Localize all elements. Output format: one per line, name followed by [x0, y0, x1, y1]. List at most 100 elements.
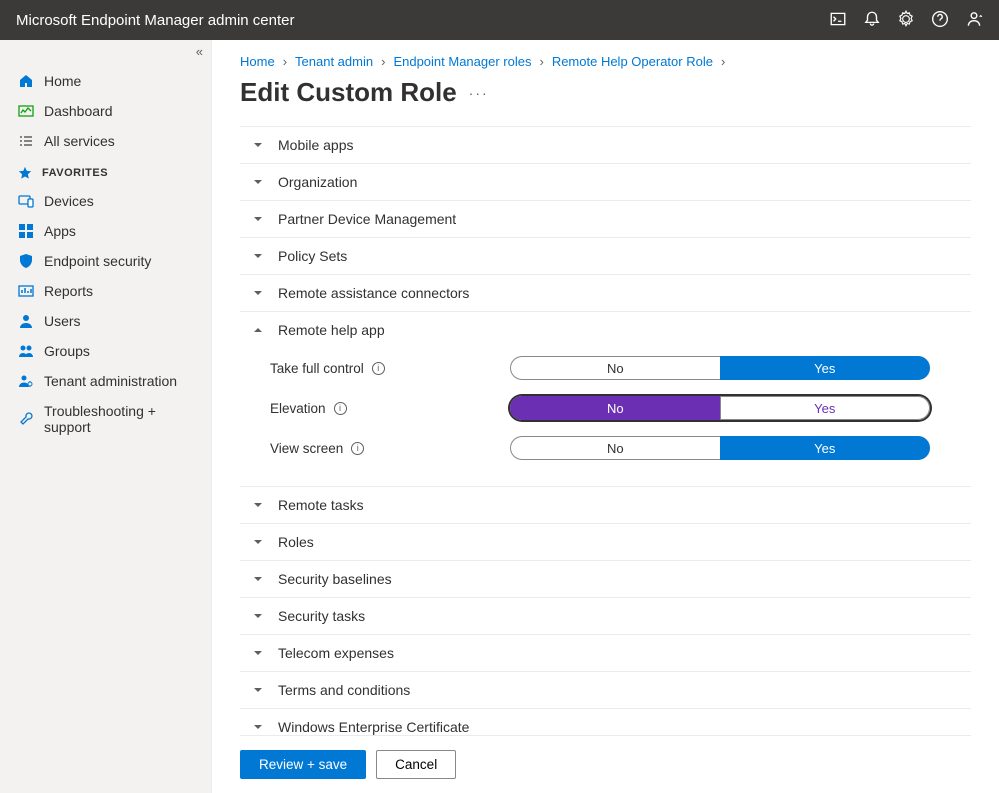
section-windows-enterprise-certificate[interactable]: Windows Enterprise Certificate — [240, 708, 971, 735]
nav-tenant-administration[interactable]: Tenant administration — [0, 366, 211, 396]
chevron-right-icon: › — [381, 54, 385, 69]
section-organization[interactable]: Organization — [240, 163, 971, 200]
chevron-right-icon: › — [721, 54, 725, 69]
nav-apps[interactable]: Apps — [0, 216, 211, 246]
breadcrumb-roles[interactable]: Endpoint Manager roles — [393, 54, 531, 69]
devices-icon — [18, 193, 34, 209]
topbar: Microsoft Endpoint Manager admin center — [0, 0, 999, 40]
info-icon[interactable]: i — [372, 362, 385, 375]
cloudshell-icon[interactable] — [829, 10, 847, 31]
chevron-down-icon — [252, 610, 264, 622]
nav-label: Reports — [44, 283, 93, 299]
breadcrumb: Home › Tenant admin › Endpoint Manager r… — [240, 54, 971, 69]
chevron-down-icon — [252, 684, 264, 696]
section-mobile-apps[interactable]: Mobile apps — [240, 126, 971, 163]
chevron-down-icon — [252, 139, 264, 151]
nav-label: Groups — [44, 343, 90, 359]
nav-devices[interactable]: Devices — [0, 186, 211, 216]
cancel-button[interactable]: Cancel — [376, 750, 456, 779]
chevron-down-icon — [252, 176, 264, 188]
page-title-row: Edit Custom Role ··· — [240, 77, 971, 108]
reports-icon — [18, 283, 34, 299]
info-icon[interactable]: i — [351, 442, 364, 455]
star-icon — [18, 166, 32, 180]
breadcrumb-tenant[interactable]: Tenant admin — [295, 54, 373, 69]
nav-home[interactable]: Home — [0, 66, 211, 96]
nav-label: Troubleshooting + support — [44, 403, 199, 435]
info-icon[interactable]: i — [334, 402, 347, 415]
section-remote-assistance-connectors[interactable]: Remote assistance connectors — [240, 274, 971, 311]
help-icon[interactable] — [931, 10, 949, 31]
users-icon — [18, 343, 34, 359]
feedback-icon[interactable] — [965, 10, 983, 31]
gear-icon[interactable] — [897, 10, 915, 31]
nav-label: All services — [44, 133, 115, 149]
wrench-icon — [18, 411, 34, 427]
app-title: Microsoft Endpoint Manager admin center — [16, 12, 294, 29]
nav-label: Devices — [44, 193, 94, 209]
toggle-no[interactable]: No — [510, 396, 720, 420]
nav-endpoint-security[interactable]: Endpoint security — [0, 246, 211, 276]
nav-dashboard[interactable]: Dashboard — [0, 96, 211, 126]
section-security-baselines[interactable]: Security baselines — [240, 560, 971, 597]
toggle-view-screen[interactable]: No Yes — [510, 436, 930, 460]
toggle-elevation[interactable]: No Yes — [510, 396, 930, 420]
permission-label: Take full control i — [270, 361, 510, 376]
toggle-no[interactable]: No — [510, 356, 720, 380]
chevron-down-icon — [252, 287, 264, 299]
section-partner-device-management[interactable]: Partner Device Management — [240, 200, 971, 237]
toggle-yes[interactable]: Yes — [720, 356, 931, 380]
tenant-icon — [18, 373, 34, 389]
chevron-down-icon — [252, 573, 264, 585]
nav-users[interactable]: Users — [0, 306, 211, 336]
toggle-yes[interactable]: Yes — [720, 436, 931, 460]
dashboard-icon — [18, 103, 34, 119]
chevron-down-icon — [252, 647, 264, 659]
nav-groups[interactable]: Groups — [0, 336, 211, 366]
nav-troubleshooting[interactable]: Troubleshooting + support — [0, 396, 211, 442]
section-remote-tasks[interactable]: Remote tasks — [240, 486, 971, 523]
review-save-button[interactable]: Review + save — [240, 750, 366, 779]
breadcrumb-current[interactable]: Remote Help Operator Role — [552, 54, 713, 69]
section-policy-sets[interactable]: Policy Sets — [240, 237, 971, 274]
chevron-down-icon — [252, 499, 264, 511]
section-security-tasks[interactable]: Security tasks — [240, 597, 971, 634]
toggle-take-full-control[interactable]: No Yes — [510, 356, 930, 380]
list-icon — [18, 133, 34, 149]
section-roles[interactable]: Roles — [240, 523, 971, 560]
toggle-no[interactable]: No — [510, 436, 720, 460]
nav-all-services[interactable]: All services — [0, 126, 211, 156]
chevron-down-icon — [252, 213, 264, 225]
apps-icon — [18, 223, 34, 239]
permission-label: Elevation i — [270, 401, 510, 416]
section-terms-and-conditions[interactable]: Terms and conditions — [240, 671, 971, 708]
favorites-header: FAVORITES — [0, 156, 211, 186]
chevron-down-icon — [252, 250, 264, 262]
more-menu-button[interactable]: ··· — [469, 85, 489, 101]
breadcrumb-home[interactable]: Home — [240, 54, 275, 69]
nav-label: Dashboard — [44, 103, 113, 119]
nav-label: Apps — [44, 223, 76, 239]
chevron-up-icon — [252, 324, 264, 336]
shield-icon — [18, 253, 34, 269]
chevron-right-icon: › — [283, 54, 287, 69]
permission-label: View screen i — [270, 441, 510, 456]
section-telecom-expenses[interactable]: Telecom expenses — [240, 634, 971, 671]
toggle-yes[interactable]: Yes — [720, 396, 931, 420]
sidebar: « Home Dashboard All services FAVORITES … — [0, 40, 212, 793]
notifications-icon[interactable] — [863, 10, 881, 31]
permission-take-full-control: Take full control i No Yes — [240, 348, 971, 388]
nav-label: Home — [44, 73, 81, 89]
user-icon — [18, 313, 34, 329]
permission-view-screen: View screen i No Yes — [240, 428, 971, 468]
chevron-down-icon — [252, 536, 264, 548]
permission-elevation: Elevation i No Yes — [240, 388, 971, 428]
nav-reports[interactable]: Reports — [0, 276, 211, 306]
nav-label: Endpoint security — [44, 253, 151, 269]
topbar-actions — [829, 10, 983, 31]
page-title: Edit Custom Role — [240, 77, 457, 108]
chevron-down-icon — [252, 721, 264, 733]
section-remote-help-app-header[interactable]: Remote help app — [240, 312, 971, 348]
sidebar-collapse-button[interactable]: « — [196, 44, 203, 59]
permissions-sections: Mobile apps Organization Partner Device … — [240, 126, 971, 735]
